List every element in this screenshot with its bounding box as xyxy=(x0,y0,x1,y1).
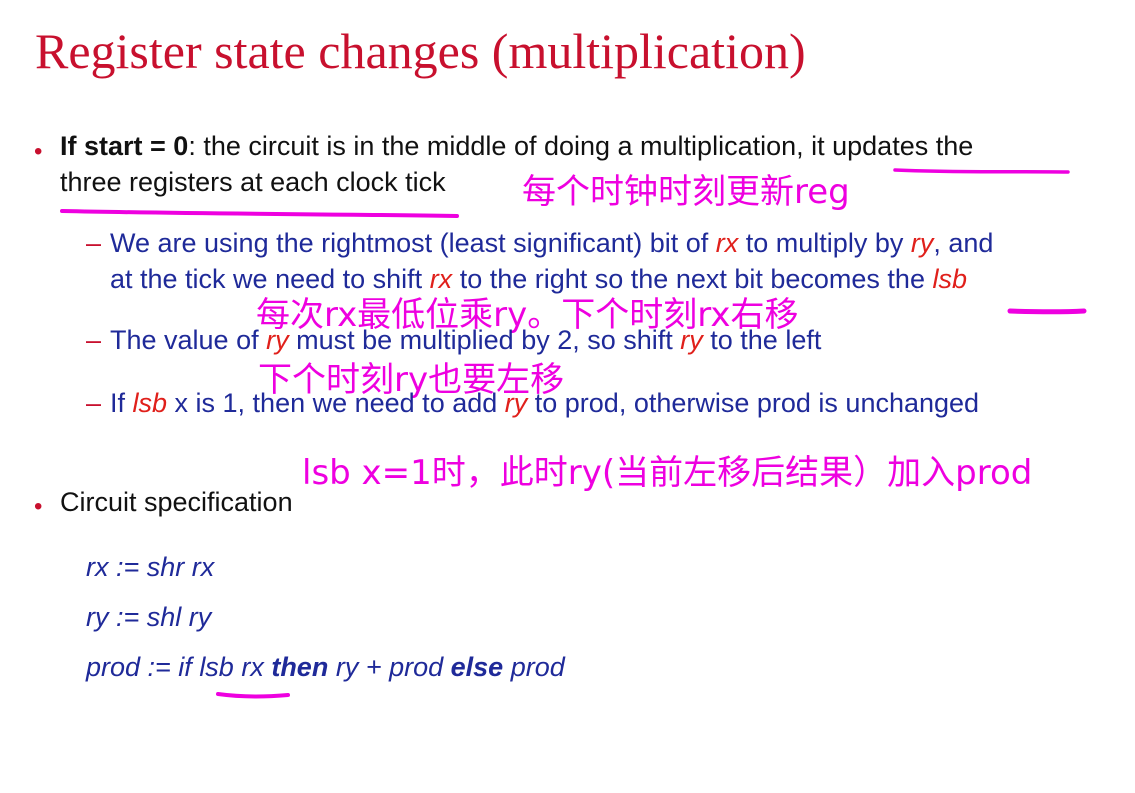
sub3-line: If lsb x is 1, then we need to add ry to… xyxy=(110,388,979,419)
annotation-note4: lsb x=1时，此时ry(当前左移后结果）加入prod xyxy=(302,453,1033,493)
sub3-text: x is 1, then we need to add xyxy=(167,388,505,418)
bullet-marker: • xyxy=(34,493,43,520)
code-text: ry + prod xyxy=(328,652,451,682)
dash-marker: – xyxy=(86,228,102,258)
underline-mark xyxy=(216,692,290,699)
slide: Register state changes (multiplication) … xyxy=(0,0,1135,793)
sub3-text: to prod, otherwise prod is unchanged xyxy=(527,388,980,418)
code-text: prod xyxy=(503,652,565,682)
code-line-rx: rx := shr rx xyxy=(86,552,215,582)
sub3-text: If xyxy=(110,388,133,418)
code-keyword-else: else xyxy=(450,652,504,682)
code-keyword-then: then xyxy=(271,652,329,682)
slide-title: Register state changes (multiplication) xyxy=(35,23,806,79)
underline-mark xyxy=(893,168,1070,174)
sub2-text: must be multiplied by 2, so shift xyxy=(288,325,681,355)
sub2-text: to the left xyxy=(702,325,822,355)
code-line-prod: prod := if lsb rx then ry + prod else pr… xyxy=(86,652,565,683)
code-text: prod := if lsb rx xyxy=(86,652,272,682)
var-ry: ry xyxy=(680,325,703,355)
bullet-marker: • xyxy=(34,138,43,165)
underline-mark xyxy=(1007,308,1087,315)
var-ry: ry xyxy=(504,388,528,418)
code-line-ry: ry := shl ry xyxy=(86,602,212,632)
sub1-text: to multiply by xyxy=(738,228,911,258)
bullet1-text-b: it updates the xyxy=(811,131,974,161)
var-lsb: lsb xyxy=(932,264,967,294)
sub1-text: , and xyxy=(933,228,994,258)
var-ry: ry xyxy=(266,325,289,355)
var-rx: rx xyxy=(715,228,739,258)
sub2-text: The value of xyxy=(110,325,267,355)
sub1-text: We are using the rightmost (least signif… xyxy=(110,228,716,258)
dash-marker: – xyxy=(86,388,102,418)
bullet1-bold-lead: If start = 0 xyxy=(60,131,189,161)
dash-marker: – xyxy=(86,325,102,355)
bullet1-line2: three registers at each clock tick xyxy=(60,167,446,197)
var-ry: ry xyxy=(910,228,934,258)
underline-mark xyxy=(60,209,459,218)
var-lsb: lsb xyxy=(132,388,168,418)
bullet2-text: Circuit specification xyxy=(60,487,293,517)
bullet1-line1: If start = 0: the circuit is in the midd… xyxy=(60,131,973,162)
bullet1-text-a: : the circuit is in the middle of doing … xyxy=(188,131,812,161)
sub1-line1: We are using the rightmost (least signif… xyxy=(110,228,993,259)
annotation-note1: 每个时钟时刻更新reg xyxy=(522,172,850,212)
